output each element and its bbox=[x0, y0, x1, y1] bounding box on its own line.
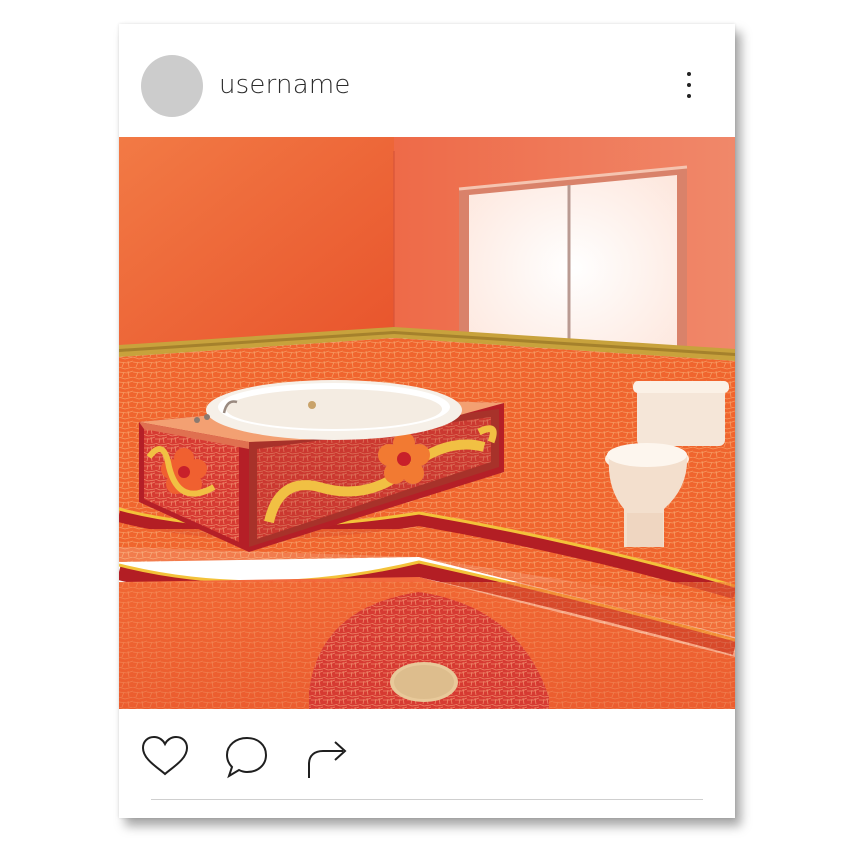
post-photo[interactable] bbox=[119, 137, 735, 709]
avatar[interactable] bbox=[141, 55, 203, 117]
post-header: username bbox=[119, 24, 735, 136]
share-arrow-icon[interactable] bbox=[301, 734, 353, 782]
comment-bubble-icon[interactable] bbox=[221, 734, 273, 782]
more-vertical-icon[interactable] bbox=[679, 70, 699, 100]
post-card: username bbox=[119, 24, 735, 818]
heart-icon[interactable] bbox=[139, 734, 191, 782]
username-label[interactable]: username bbox=[219, 70, 351, 100]
divider bbox=[151, 799, 703, 800]
bathroom-photo bbox=[119, 137, 735, 709]
post-actions bbox=[119, 724, 735, 794]
